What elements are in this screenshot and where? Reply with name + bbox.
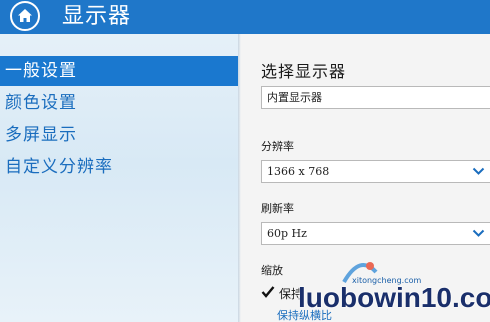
sidebar: 一般设置 颜色设置 多屏显示 自定义分辨率	[0, 34, 238, 322]
chevron-down-icon	[472, 167, 485, 175]
chevron-down-icon	[472, 229, 485, 237]
display-select-value: 内置显示器	[267, 91, 322, 104]
sidebar-item-general[interactable]: 一般设置	[0, 56, 238, 86]
scaling-label: 缩放	[261, 264, 283, 277]
header-bar: 显示器	[0, 0, 490, 34]
display-select[interactable]: 内置显示器	[261, 86, 490, 109]
watermark-text: luobowin10.com	[298, 282, 490, 313]
checkmark-icon	[261, 286, 275, 298]
home-button[interactable]	[10, 1, 40, 31]
sidebar-item-custom-resolution[interactable]: 自定义分辨率	[0, 152, 238, 182]
resolution-label: 分辨率	[261, 140, 294, 153]
select-display-title: 选择显示器	[261, 62, 347, 81]
refresh-rate-value: 60p Hz	[267, 227, 307, 240]
home-icon	[18, 9, 32, 22]
refresh-rate-label: 刷新率	[261, 202, 294, 215]
resolution-dropdown[interactable]: 1366 x 768	[261, 160, 490, 183]
sidebar-item-color[interactable]: 颜色设置	[0, 88, 238, 118]
resolution-value: 1366 x 768	[267, 165, 330, 178]
page-title: 显示器	[62, 4, 132, 29]
sidebar-item-multi-display[interactable]: 多屏显示	[0, 120, 238, 150]
display-settings-window: 显示器 一般设置 颜色设置 多屏显示 自定义分辨率 选择显示器 内置显示器 分辨…	[0, 0, 490, 322]
refresh-rate-dropdown[interactable]: 60p Hz	[261, 222, 490, 245]
